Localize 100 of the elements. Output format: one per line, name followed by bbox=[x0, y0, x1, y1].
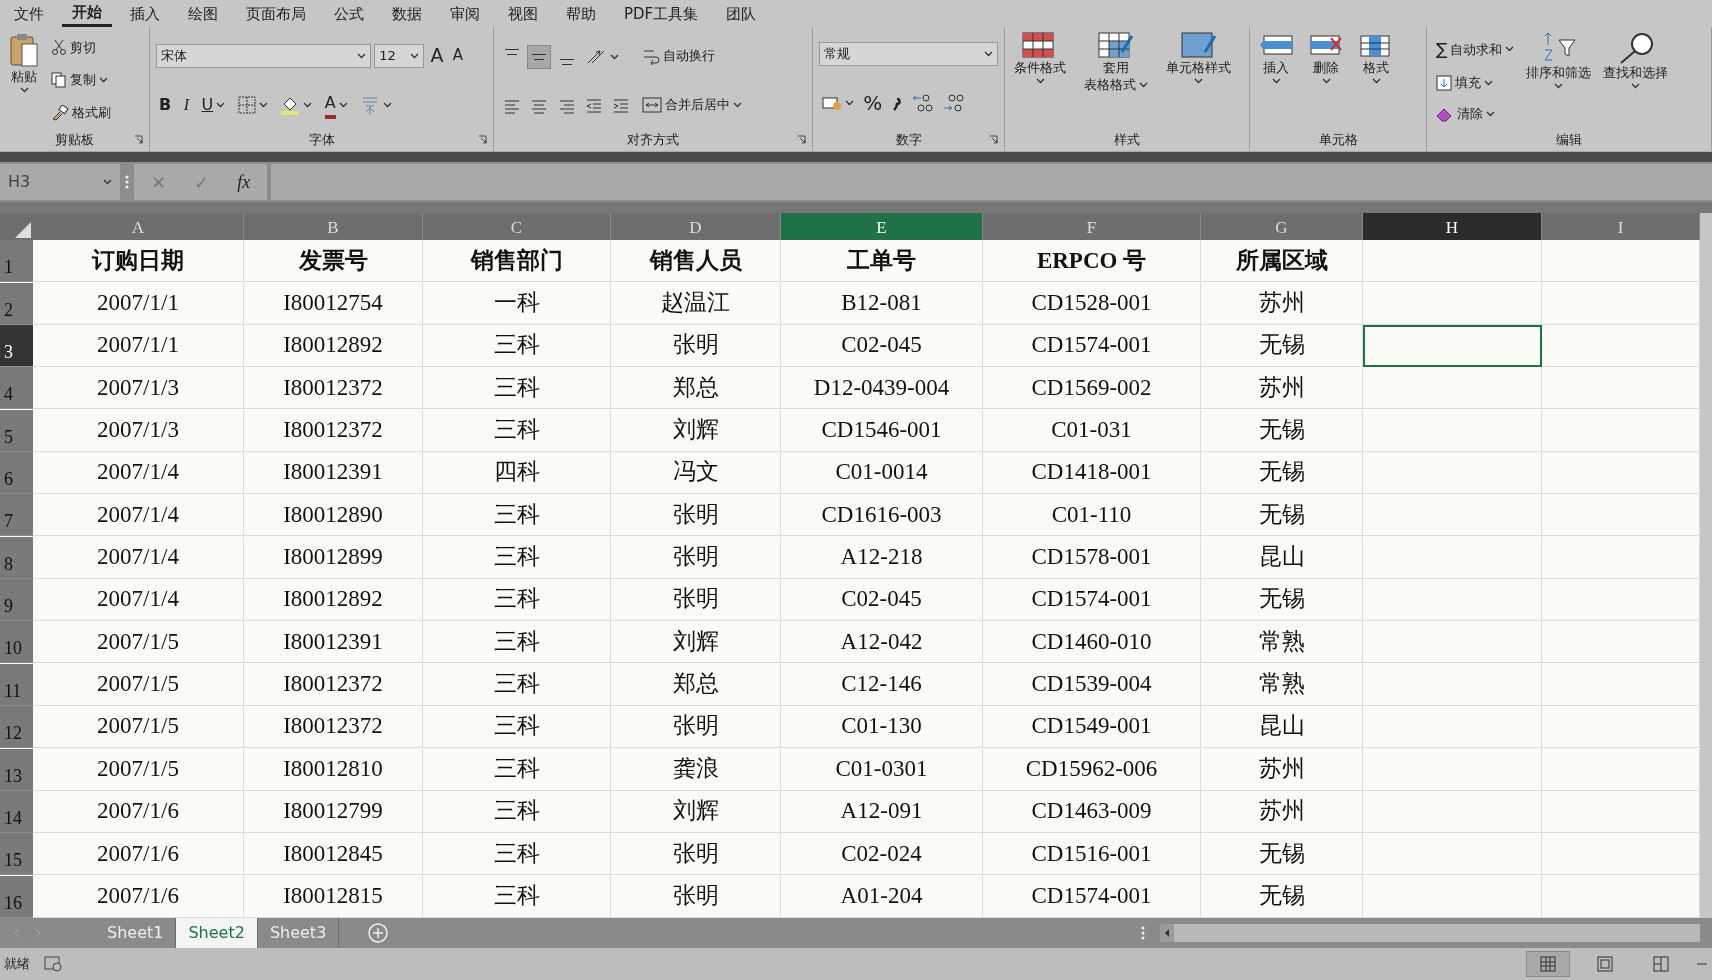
paste-button[interactable]: 粘贴 bbox=[6, 31, 42, 129]
empty-cell[interactable] bbox=[1363, 240, 1542, 283]
more-options-icon[interactable] bbox=[1140, 925, 1146, 941]
empty-cell[interactable] bbox=[1363, 579, 1542, 622]
empty-cell[interactable] bbox=[1542, 790, 1700, 833]
italic-button[interactable]: I bbox=[180, 91, 193, 118]
column-header[interactable]: B bbox=[244, 213, 423, 240]
menu-tab[interactable]: 页面布局 bbox=[236, 0, 316, 27]
style-button[interactable]: 条件格式 bbox=[1011, 31, 1069, 129]
sort-filter-button[interactable]: 排序和筛选 bbox=[1523, 31, 1595, 129]
empty-cell[interactable] bbox=[1363, 367, 1542, 410]
row-header[interactable]: 9 bbox=[0, 579, 33, 622]
row-header[interactable]: 11 bbox=[0, 663, 33, 706]
row-header[interactable]: 16 bbox=[0, 875, 33, 918]
menu-tab[interactable]: 公式 bbox=[324, 0, 374, 27]
vertical-scrollbar[interactable] bbox=[1700, 213, 1712, 918]
cell-delete-button[interactable]: 删除 bbox=[1306, 31, 1346, 129]
column-header[interactable]: F bbox=[983, 213, 1201, 240]
style-button[interactable]: 单元格样式 bbox=[1163, 31, 1235, 129]
column-header[interactable]: D bbox=[611, 213, 781, 240]
menu-tab[interactable]: 视图 bbox=[498, 0, 548, 27]
empty-cell[interactable] bbox=[1542, 621, 1700, 664]
empty-cell[interactable] bbox=[1542, 452, 1700, 495]
empty-cell[interactable] bbox=[1542, 875, 1700, 918]
empty-cell[interactable] bbox=[1542, 706, 1700, 749]
menu-tab[interactable]: 帮助 bbox=[556, 0, 606, 27]
column-header[interactable]: I bbox=[1542, 213, 1700, 240]
empty-cell[interactable] bbox=[1363, 875, 1542, 918]
row-header[interactable]: 2 bbox=[0, 282, 33, 325]
vertical-align-button[interactable] bbox=[527, 44, 552, 69]
active-cell[interactable] bbox=[1363, 325, 1542, 368]
font-color-button[interactable]: A bbox=[321, 89, 351, 120]
empty-cell[interactable] bbox=[1363, 282, 1542, 325]
empty-cell[interactable] bbox=[1363, 706, 1542, 749]
menu-tab[interactable]: 审阅 bbox=[440, 0, 490, 27]
empty-cell[interactable] bbox=[1363, 409, 1542, 452]
empty-cell[interactable] bbox=[1542, 409, 1700, 452]
row-header[interactable]: 7 bbox=[0, 494, 33, 537]
empty-cell[interactable] bbox=[1542, 325, 1700, 368]
empty-cell[interactable] bbox=[1363, 536, 1542, 579]
scroll-left-icon[interactable] bbox=[1160, 924, 1174, 942]
format-painter-button[interactable]: 格式刷 bbox=[48, 101, 114, 124]
fill-button[interactable]: 填充 bbox=[1433, 72, 1518, 94]
empty-cell[interactable] bbox=[1542, 367, 1700, 410]
dialog-launcher-icon[interactable] bbox=[989, 135, 998, 144]
menu-tab[interactable]: 数据 bbox=[382, 0, 432, 27]
more-options-icon[interactable] bbox=[124, 174, 130, 190]
macro-record-icon[interactable] bbox=[44, 956, 62, 972]
style-button[interactable]: 套用 表格格式 bbox=[1081, 31, 1152, 129]
column-header[interactable]: A bbox=[33, 213, 244, 240]
empty-cell[interactable] bbox=[1363, 494, 1542, 537]
row-header[interactable]: 6 bbox=[0, 452, 33, 495]
column-header[interactable]: H bbox=[1363, 213, 1542, 240]
worksheet-grid[interactable] bbox=[0, 213, 1712, 918]
empty-cell[interactable] bbox=[1363, 748, 1542, 791]
row-header[interactable]: 12 bbox=[0, 706, 33, 749]
dialog-launcher-icon[interactable] bbox=[478, 135, 487, 144]
row-header[interactable]: 10 bbox=[0, 621, 33, 664]
column-header[interactable]: G bbox=[1201, 213, 1363, 240]
row-header[interactable]: 14 bbox=[0, 790, 33, 833]
empty-cell[interactable] bbox=[1542, 579, 1700, 622]
sheet-tab[interactable]: Sheet2 bbox=[176, 918, 258, 948]
cell-insert-button[interactable]: 插入 bbox=[1256, 31, 1296, 129]
empty-cell[interactable] bbox=[1542, 748, 1700, 791]
scroll-right-icon[interactable] bbox=[34, 928, 42, 938]
empty-cell[interactable] bbox=[1542, 536, 1700, 579]
decrease-font-button[interactable]: A bbox=[449, 43, 466, 68]
percent-button[interactable]: % bbox=[860, 86, 886, 119]
bold-button[interactable]: B bbox=[156, 91, 175, 118]
menu-tab[interactable]: 文件 bbox=[4, 0, 54, 27]
underline-button[interactable]: U bbox=[198, 91, 229, 118]
font-name-field[interactable]: 宋体 bbox=[156, 43, 371, 68]
merge-center-button[interactable]: 合并后居中 bbox=[639, 93, 745, 116]
column-header[interactable]: C bbox=[423, 213, 611, 240]
menu-tab[interactable]: 插入 bbox=[120, 0, 170, 27]
column-header[interactable]: E bbox=[781, 213, 983, 240]
empty-cell[interactable] bbox=[1363, 833, 1542, 876]
row-header[interactable]: 1 bbox=[0, 240, 33, 283]
wrap-text-button[interactable]: 自动换行 bbox=[639, 44, 745, 67]
add-sheet-icon[interactable] bbox=[367, 922, 390, 944]
menu-tab[interactable]: PDF工具集 bbox=[614, 0, 709, 27]
cell-format-button[interactable]: 格式 bbox=[1356, 31, 1396, 129]
cut-button[interactable]: 剪切 bbox=[48, 36, 114, 59]
empty-cell[interactable] bbox=[1542, 833, 1700, 876]
menu-tab[interactable]: 团队 bbox=[716, 0, 767, 27]
empty-cell[interactable] bbox=[1542, 240, 1700, 283]
normal-view-button[interactable] bbox=[1526, 951, 1570, 977]
row-header[interactable]: 3 bbox=[0, 325, 33, 368]
menu-tab[interactable]: 绘图 bbox=[178, 0, 228, 27]
number-format-field[interactable]: 常规 bbox=[819, 41, 998, 66]
font-size-field[interactable]: 12 bbox=[374, 43, 425, 68]
row-header[interactable]: 5 bbox=[0, 409, 33, 452]
row-header[interactable]: 4 bbox=[0, 367, 33, 410]
find-select-button[interactable]: 查找和选择 bbox=[1600, 31, 1672, 129]
increase-font-button[interactable]: A bbox=[427, 40, 447, 71]
clear-button[interactable]: 清除 bbox=[1433, 102, 1518, 125]
row-header[interactable]: 15 bbox=[0, 833, 33, 876]
empty-cell[interactable] bbox=[1363, 621, 1542, 664]
empty-cell[interactable] bbox=[1542, 494, 1700, 537]
empty-cell[interactable] bbox=[1363, 452, 1542, 495]
